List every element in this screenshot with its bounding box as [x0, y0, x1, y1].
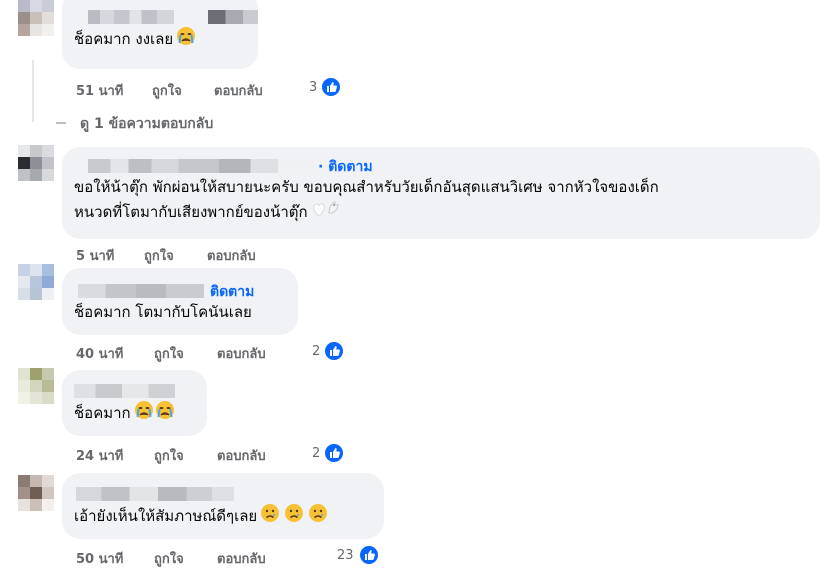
avatar[interactable] [18, 0, 54, 52]
comment-time[interactable]: 50 นาที [76, 548, 123, 569]
comment-meta: 24 นาที ถูกใจ ตอบกลับ [76, 445, 296, 466]
reply-button[interactable]: ตอบกลับ [207, 245, 256, 266]
comment-text: ขอให้น้าตุ๊ก พักผ่อนให้สบายนะครับ ขอบคุณ… [74, 175, 808, 226]
comment-meta: 40 นาที ถูกใจ ตอบกลับ [76, 343, 296, 364]
comment-text: ช็อคมาก งงเลย [74, 26, 246, 53]
comment-meta: 51 นาที ถูกใจ ตอบกลับ [76, 80, 296, 101]
reply-button[interactable]: ตอบกลับ [214, 80, 263, 101]
commenter-name[interactable]: ติดตาม [74, 280, 286, 300]
comment-meta: 50 นาที ถูกใจ ตอบกลับ [76, 548, 296, 569]
follow-link[interactable]: · ติดตาม [318, 156, 373, 178]
comment-bubble: เอ้ายังเห็นให้สัมภาษณ์ดีๆเลย [62, 473, 384, 539]
white-heart-dove-icon [311, 199, 341, 226]
follow-link[interactable]: ติดตาม [210, 281, 254, 303]
view-replies-link[interactable]: ดู 1 ข้อความตอบกลับ [56, 113, 213, 135]
reaction-count: 23 [337, 548, 354, 563]
comment-meta: 5 นาที ถูกใจ ตอบกลับ [76, 245, 296, 266]
like-reaction-icon [323, 442, 345, 464]
like-button[interactable]: ถูกใจ [154, 445, 184, 466]
reply-dash [56, 122, 66, 124]
comment-text: ช็อคมาก [74, 400, 195, 427]
commenter-name[interactable] [74, 483, 372, 503]
reaction-count: 3 [309, 80, 318, 95]
comment-bubble: ติดตาม ช็อคมาก โตมากับโคนันเลย [62, 268, 298, 335]
like-reaction-icon [323, 340, 345, 362]
like-button[interactable]: ถูกใจ [152, 80, 182, 101]
reaction-summary[interactable]: 23 [337, 548, 354, 563]
comment-bubble: ช็อคมาก งงเลย [62, 0, 258, 69]
comment-bubble: · ติดตาม ขอให้น้าตุ๊ก พักผ่อนให้สบายนะคร… [62, 147, 820, 239]
thread-line [32, 60, 34, 122]
commenter-name[interactable] [74, 380, 195, 400]
comment-text: ช็อคมาก โตมากับโคนันเลย [74, 303, 252, 321]
comment-time[interactable]: 24 นาที [76, 445, 123, 466]
reply-button[interactable]: ตอบกลับ [217, 548, 266, 569]
reaction-summary[interactable]: 2 [312, 446, 320, 461]
comment-text: เอ้ายังเห็นให้สัมภาษณ์ดีๆเลย [74, 503, 372, 530]
like-button[interactable]: ถูกใจ [144, 245, 174, 266]
reply-button[interactable]: ตอบกลับ [217, 343, 266, 364]
reaction-count: 2 [312, 344, 321, 359]
comment-time[interactable]: 51 นาที [76, 80, 123, 101]
avatar[interactable] [18, 145, 54, 181]
like-reaction-icon [320, 76, 342, 98]
commenter-name[interactable] [74, 6, 258, 26]
reaction-summary[interactable]: 2 [312, 344, 320, 359]
comment-time[interactable]: 40 นาที [76, 343, 123, 364]
reply-button[interactable]: ตอบกลับ [217, 445, 266, 466]
avatar[interactable] [18, 368, 54, 404]
comment-time[interactable]: 5 นาที [76, 245, 114, 266]
avatar[interactable] [18, 475, 54, 511]
like-reaction-icon [358, 544, 380, 566]
comment-bubble: ช็อคมาก [62, 370, 207, 436]
crying-face-icon [134, 400, 176, 427]
like-button[interactable]: ถูกใจ [154, 548, 184, 569]
sad-face-icon [260, 503, 328, 530]
commenter-name[interactable]: · ติดตาม [74, 155, 808, 175]
crying-face-icon [176, 26, 196, 53]
like-button[interactable]: ถูกใจ [154, 343, 184, 364]
reaction-summary[interactable]: 3 [309, 80, 317, 95]
avatar[interactable] [18, 264, 54, 300]
reaction-count: 2 [312, 446, 321, 461]
